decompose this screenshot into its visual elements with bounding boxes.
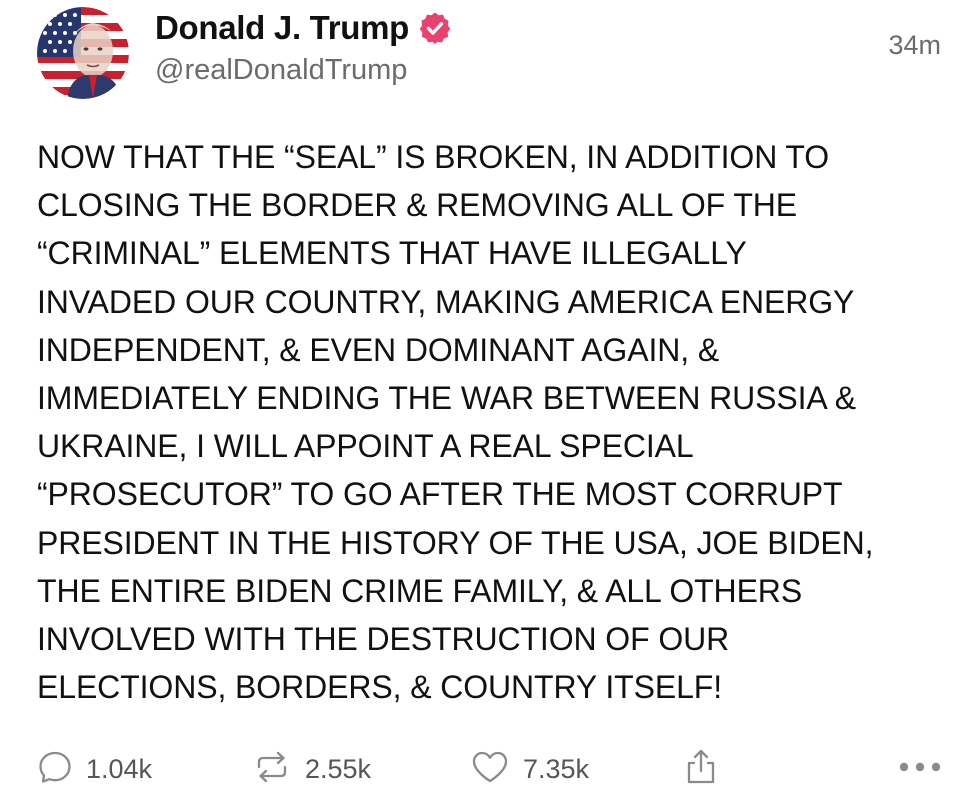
more-icon xyxy=(898,760,942,778)
like-count: 7.35k xyxy=(523,753,590,784)
post-card: Donald J. Trump @realDonaldTrump 34m NOW… xyxy=(0,0,978,800)
avatar-image xyxy=(37,7,129,99)
post-timestamp[interactable]: 34m xyxy=(888,30,941,61)
like-button[interactable]: 7.35k xyxy=(470,742,589,796)
author-display-name[interactable]: Donald J. Trump xyxy=(155,9,409,47)
author-handle[interactable]: @realDonaldTrump xyxy=(155,54,407,87)
heart-icon xyxy=(470,749,510,790)
post-body-text: NOW THAT THE “SEAL” IS BROKEN, IN ADDITI… xyxy=(37,139,874,706)
author-name-row: Donald J. Trump xyxy=(155,8,452,48)
share-button[interactable] xyxy=(683,742,719,796)
verified-badge-icon xyxy=(418,11,452,45)
share-icon xyxy=(683,747,719,792)
retruth-button[interactable]: 2.55k xyxy=(252,742,371,796)
retruth-count: 2.55k xyxy=(305,753,372,784)
more-options-button[interactable] xyxy=(898,742,942,796)
reply-count: 1.04k xyxy=(86,753,153,784)
avatar[interactable] xyxy=(37,7,129,99)
reply-button[interactable]: 1.04k xyxy=(37,742,152,796)
post-action-bar: 1.04k 2.55k 7.35k xyxy=(0,742,978,796)
reply-icon xyxy=(37,749,73,790)
retruth-icon xyxy=(252,749,292,790)
